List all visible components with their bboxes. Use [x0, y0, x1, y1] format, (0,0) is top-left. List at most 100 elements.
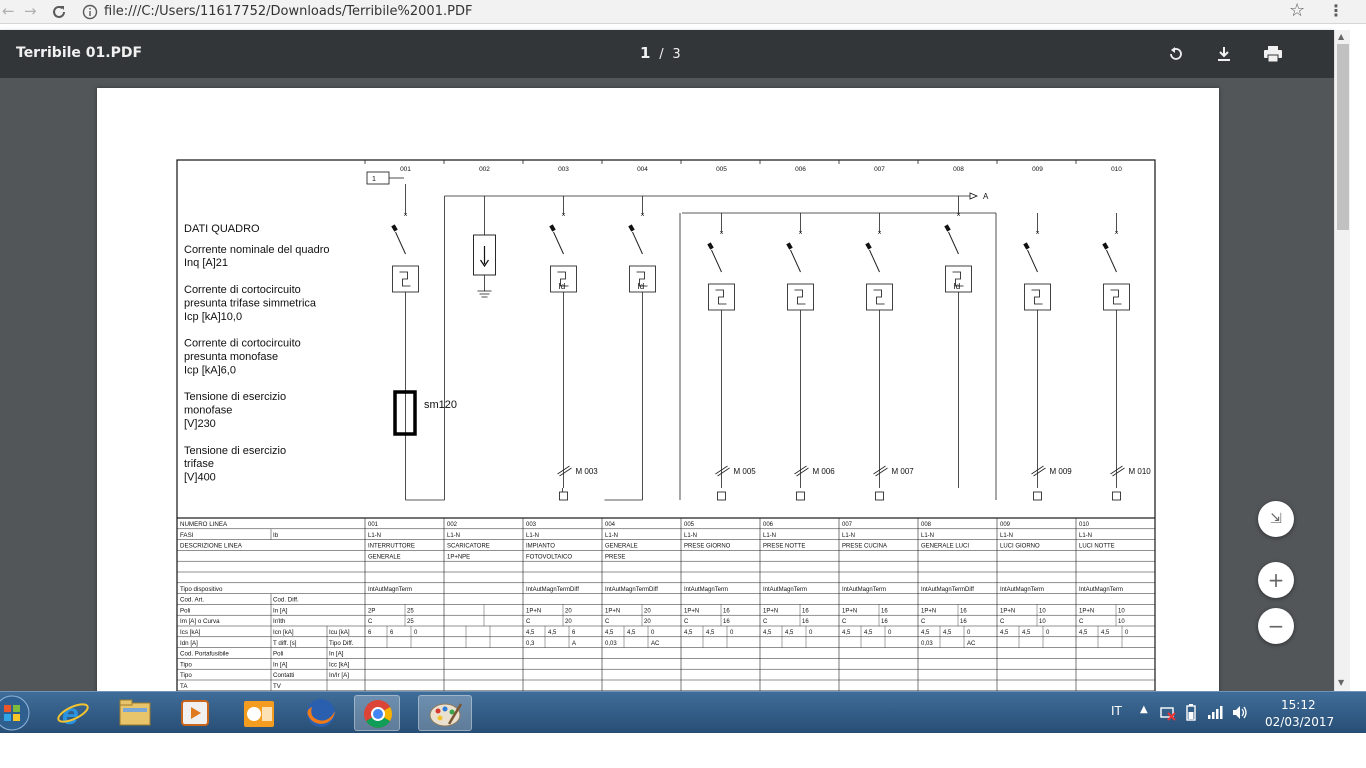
firefox-icon: [307, 699, 335, 727]
table-value-cell: IntAutMagnTermDiff: [921, 587, 974, 593]
table-value-cell: 16: [802, 608, 809, 614]
table-header-cell: Contatti: [273, 672, 294, 679]
motor-label: M 007: [892, 467, 915, 476]
battery-icon[interactable]: [1186, 704, 1196, 721]
bookmark-star-icon[interactable]: ☆: [1289, 0, 1305, 21]
table-header-cell: In [A]: [329, 651, 344, 658]
pdf-viewer[interactable]: 001 002 003 004 005 006 007 008 009 010 DATI QUADR…: [0, 78, 1334, 691]
show-hidden-icons[interactable]: ▲: [1140, 704, 1148, 715]
vertical-scrollbar[interactable]: ▲ ▼: [1334, 30, 1350, 691]
table-header-cell: Ir/Ith: [273, 618, 286, 625]
taskbar-chrome[interactable]: [354, 695, 400, 731]
table-value-cell: 1P+NPE: [447, 554, 470, 560]
table-value-cell: L1-N: [684, 533, 697, 539]
dati-quadro-line: presunta monofase: [184, 351, 278, 363]
svg-text:e: e: [62, 698, 79, 731]
column-number: 005: [716, 166, 727, 173]
table-value-cell: 1P+N: [763, 608, 778, 614]
url-field[interactable]: file:///C:/Users/11617752/Downloads/Terr…: [104, 3, 472, 20]
system-tray: IT ▲ 15:12 02/03/2017: [1100, 692, 1366, 734]
kebab-menu-icon[interactable]: ⋮: [1328, 1, 1344, 20]
table-value-cell: 4,5: [842, 630, 851, 636]
volume-icon[interactable]: [1232, 705, 1248, 720]
table-header-cell: FASI: [180, 532, 194, 539]
clock-date[interactable]: 02/03/2017: [1265, 715, 1334, 729]
dati-quadro-line: Tensione di esercizio: [184, 445, 286, 457]
table-value-cell: PRESE: [605, 554, 625, 560]
contact-mark: ×: [1115, 230, 1119, 237]
back-arrow-icon[interactable]: ←: [2, 2, 15, 20]
info-icon[interactable]: [82, 4, 98, 20]
table-value-cell: 010: [1079, 522, 1090, 528]
table-header-cell: T diff. [s]: [273, 640, 297, 647]
table-value-cell: 4,5: [627, 630, 636, 636]
table-value-cell: 0: [651, 630, 655, 636]
cable-slash: [1033, 467, 1046, 477]
scroll-up-icon[interactable]: ▲: [1338, 32, 1344, 41]
table-header-cell: Tipo: [180, 661, 192, 668]
download-icon[interactable]: [1215, 45, 1233, 63]
table-value-cell: C: [763, 619, 768, 625]
table-value-cell: L1-N: [842, 533, 855, 539]
switch-blade: [632, 231, 643, 255]
scrollbar-thumb[interactable]: [1337, 44, 1349, 230]
scroll-down-icon[interactable]: ▼: [1338, 678, 1344, 687]
table-value-cell: 16: [723, 619, 730, 625]
pdf-toolbar: Terribile 01.PDF 1 / 3: [0, 30, 1334, 78]
table-header-cell: Icc [kA]: [329, 661, 350, 668]
rotate-icon[interactable]: [1167, 45, 1185, 63]
current-page[interactable]: 1: [640, 44, 650, 62]
taskbar-explorer[interactable]: [112, 695, 158, 731]
table-header-cell: Tipo dispositivo: [180, 586, 223, 593]
taskbar-internet-explorer[interactable]: e: [50, 695, 96, 731]
switch-handle: [628, 224, 635, 232]
table-value-cell: 4,5: [864, 630, 873, 636]
table-value-cell: 0: [1046, 630, 1050, 636]
table-header-cell: Cod. Portafusibile: [180, 651, 229, 658]
clock-time[interactable]: 15:12: [1281, 698, 1316, 712]
table-value-cell: 0,03: [605, 641, 617, 647]
dati-quadro-line: Corrente nominale del quadro: [184, 244, 330, 256]
signal-strength-icon[interactable]: [1208, 705, 1224, 719]
paint-palette-icon: [429, 703, 463, 727]
motor-label: M 005: [734, 467, 757, 476]
table-value-cell: PRESE CUCINA: [842, 544, 887, 550]
fit-page-icon[interactable]: ⇲: [1258, 501, 1294, 537]
dati-quadro-line: monofase: [184, 405, 232, 417]
table-value-cell: PRESE NOTTE: [763, 544, 805, 550]
taskbar-outlook[interactable]: [236, 695, 282, 731]
table-value-cell: 1P+N: [1079, 608, 1094, 614]
column-number: 002: [479, 166, 490, 173]
language-indicator[interactable]: IT: [1111, 704, 1122, 718]
table-value-cell: 4,5: [785, 630, 794, 636]
print-icon[interactable]: [1263, 45, 1283, 63]
switch-handle: [391, 224, 398, 232]
table-value-cell: 006: [763, 522, 774, 528]
contact-mark: ×: [878, 230, 882, 237]
dati-quadro-line: [V]400: [184, 472, 216, 484]
table-value-cell: 25: [407, 608, 414, 614]
network-error-icon[interactable]: [1160, 705, 1176, 721]
table-value-cell: AC: [967, 641, 976, 647]
zoom-out-icon[interactable]: −: [1258, 608, 1294, 644]
zoom-in-icon[interactable]: +: [1258, 562, 1294, 598]
pdf-page: 001 002 003 004 005 006 007 008 009 010 DATI QUADR…: [97, 88, 1219, 691]
taskbar-media-player[interactable]: [172, 695, 218, 731]
switch-blade: [553, 231, 564, 255]
table-value-cell: 1P+N: [842, 608, 857, 614]
marker-number: 1: [372, 176, 376, 183]
terminal-box: [796, 491, 805, 501]
taskbar-paint[interactable]: [418, 695, 472, 731]
table-header-cell: DESCRIZIONE LINEA: [180, 543, 243, 550]
table-value-cell: 009: [1000, 522, 1011, 528]
reload-icon[interactable]: [50, 3, 68, 21]
terminal-box: [559, 491, 568, 501]
start-orb-icon[interactable]: [0, 694, 36, 732]
switch-handle: [865, 242, 872, 250]
forward-arrow-icon[interactable]: →: [24, 2, 37, 20]
taskbar-firefox[interactable]: [298, 695, 344, 731]
table-value-cell: 4,5: [684, 630, 693, 636]
terminal-box: [1112, 491, 1121, 501]
table-value-cell: SCARICATORE: [447, 544, 490, 550]
contact-mark: ×: [799, 230, 803, 237]
